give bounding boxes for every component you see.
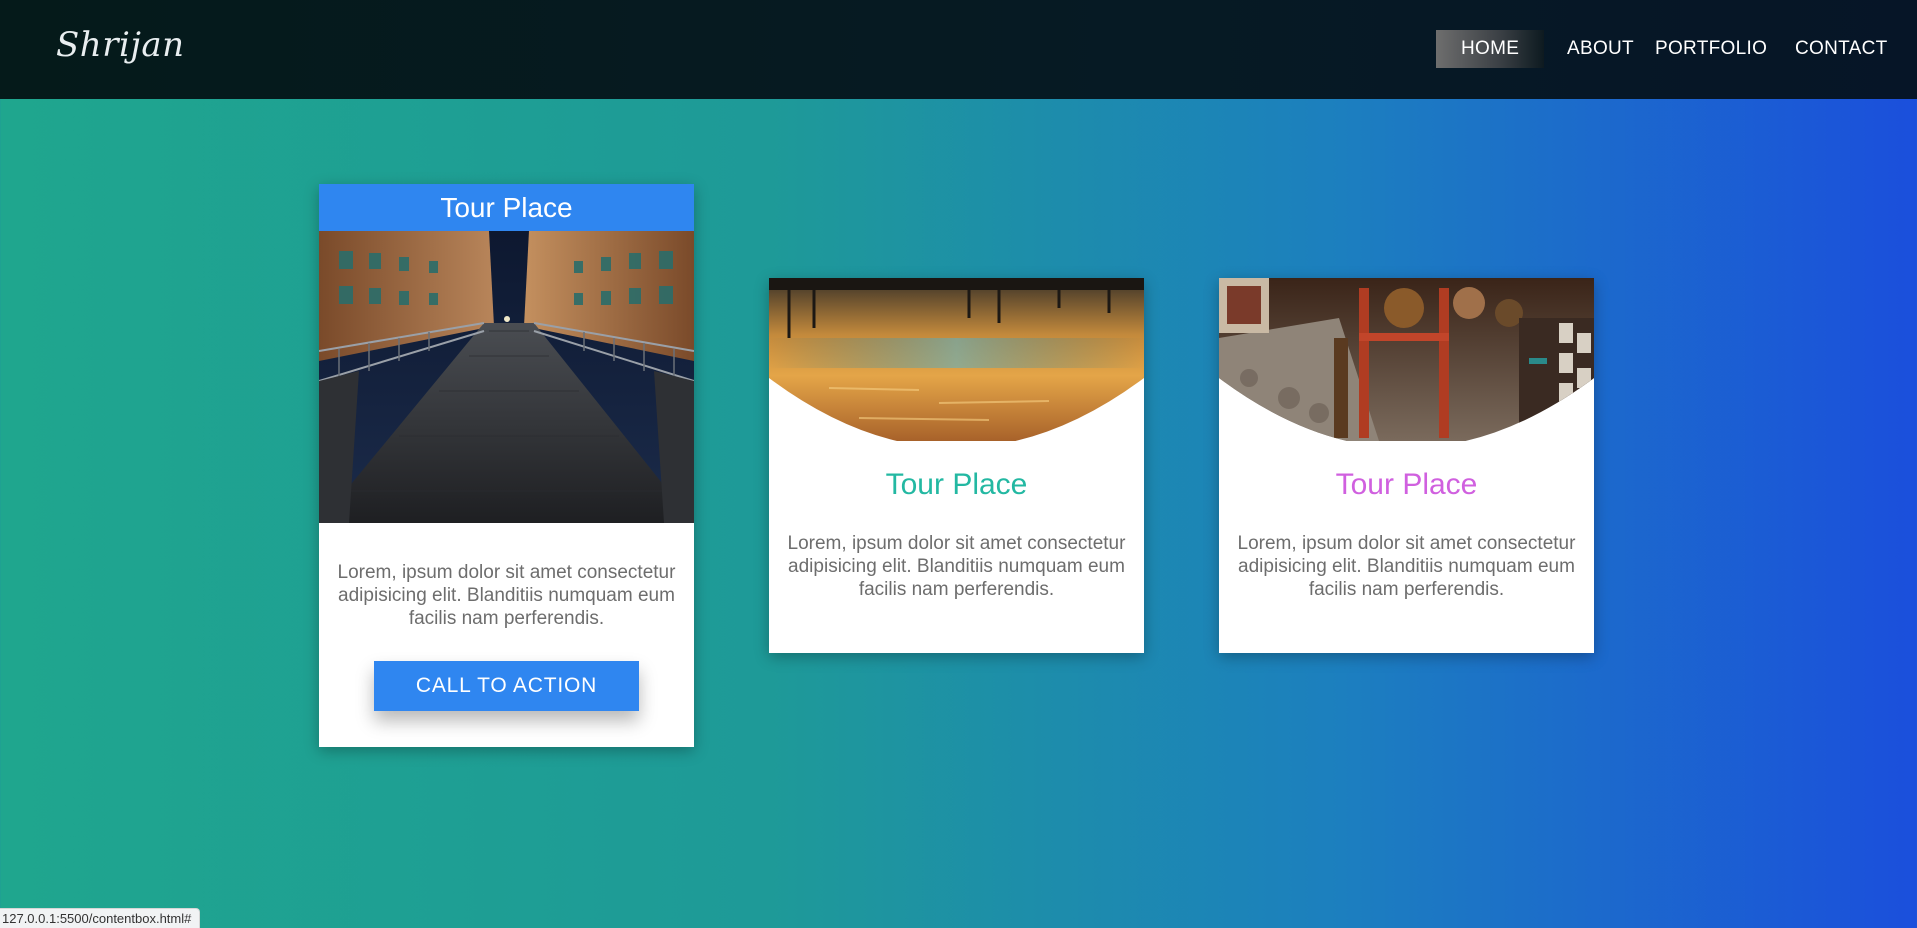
bridge-night-photo bbox=[319, 231, 694, 523]
tour-card-2: Tour Place Lorem, ipsum dolor sit amet c… bbox=[769, 278, 1144, 653]
browser-status-bar: 127.0.0.1:5500/contentbox.html# bbox=[0, 908, 201, 928]
water-reflection-photo bbox=[769, 278, 1144, 441]
card-description: Lorem, ipsum dolor sit amet consectetur … bbox=[337, 562, 676, 629]
nav-portfolio-link[interactable]: PORTFOLIO bbox=[1630, 30, 1792, 68]
card-title: Tour Place bbox=[319, 184, 694, 231]
card-title: Tour Place bbox=[885, 468, 1028, 501]
card-title: Tour Place bbox=[1335, 468, 1478, 501]
logo-text: Shrijan bbox=[56, 25, 185, 65]
nav-contact-link[interactable]: CONTACT bbox=[1770, 30, 1913, 68]
card-description: Lorem, ipsum dolor sit amet consectetur … bbox=[787, 533, 1126, 600]
site-logo[interactable]: Shrijan bbox=[56, 10, 186, 80]
tour-card-1: Tour Place Lorem, ipsum dolor sit amet c… bbox=[319, 184, 694, 747]
nav-home-link[interactable]: HOME bbox=[1436, 30, 1545, 68]
card-description: Lorem, ipsum dolor sit amet consectetur … bbox=[1237, 533, 1576, 600]
top-header: Shrijan HOME ABOUT PORTFOLIO CONTACT bbox=[0, 0, 1917, 99]
market-stall-photo bbox=[1219, 278, 1594, 441]
call-to-action-button[interactable]: CALL TO ACTION bbox=[374, 661, 639, 711]
status-url: 127.0.0.1:5500/contentbox.html# bbox=[2, 911, 192, 926]
tour-card-3: Tour Place Lorem, ipsum dolor sit amet c… bbox=[1219, 278, 1594, 653]
